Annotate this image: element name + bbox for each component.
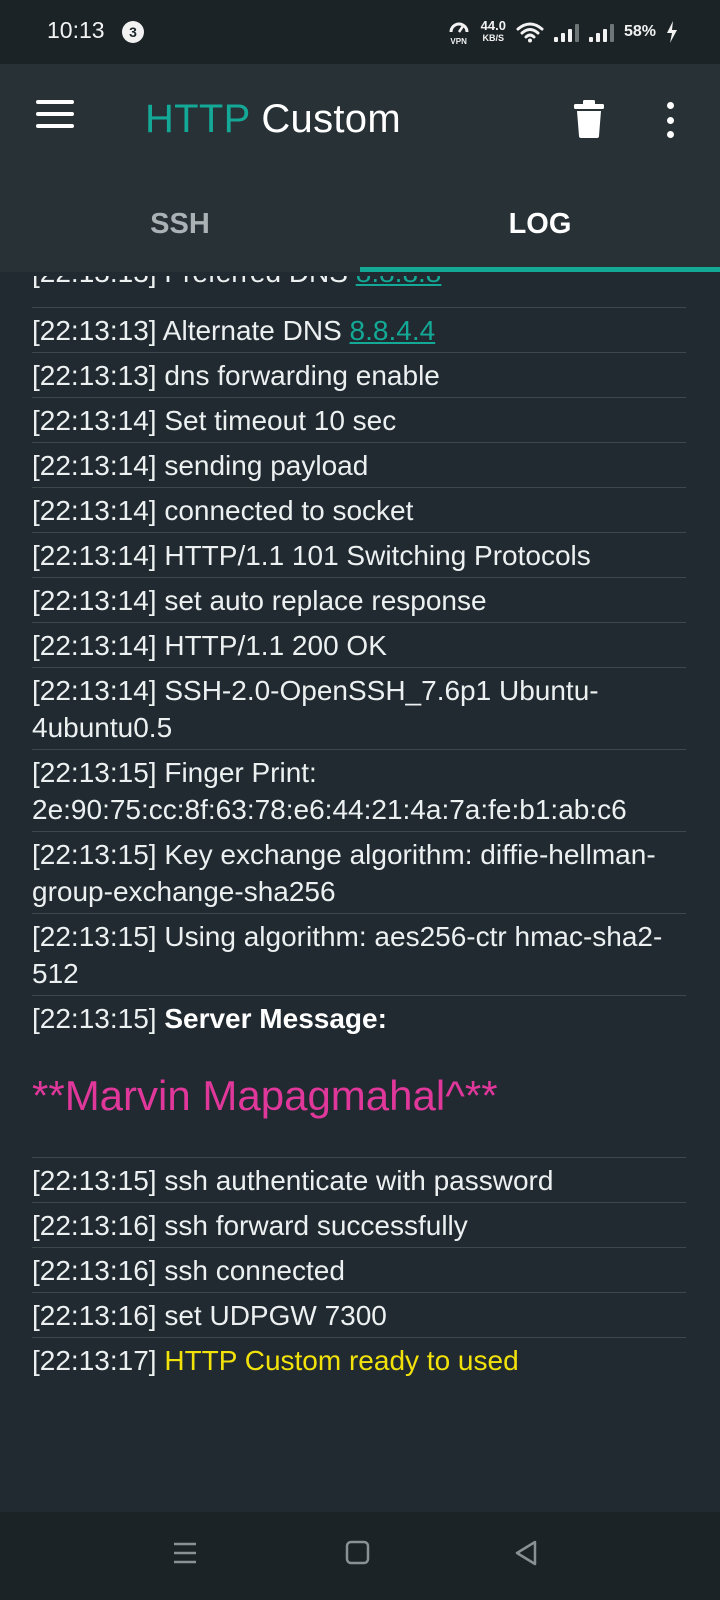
log-entry: [22:13:14] connected to socket: [32, 488, 686, 533]
log-text: HTTP/1.1 101 Switching Protocols: [164, 540, 591, 571]
ready-status-text: HTTP Custom ready to used: [164, 1345, 519, 1376]
log-timestamp: [22:13:14]: [32, 450, 157, 481]
log-text: ssh connected: [164, 1255, 345, 1286]
vpn-icon: VPN: [447, 18, 471, 46]
log-timestamp: [22:13:15]: [32, 1165, 157, 1196]
app-title: HTTP Custom: [145, 97, 401, 142]
log-entry: [22:13:15] Finger Print: 2e:90:75:cc:8f:…: [32, 750, 686, 832]
log-text: Set timeout 10 sec: [164, 405, 397, 436]
server-message-entry: [22:13:15] Server Message: **Marvin Mapa…: [32, 996, 686, 1158]
trash-icon[interactable]: [574, 100, 610, 142]
log-timestamp: [22:13:13]: [32, 360, 157, 391]
log-entry: [22:13:14] SSH-2.0-OpenSSH_7.6p1 Ubuntu-…: [32, 668, 686, 750]
status-icons: VPN 44.0 KB/S 58%: [447, 16, 678, 48]
charging-icon: [667, 21, 677, 43]
log-entry: [22:13:14] sending payload: [32, 443, 686, 488]
wifi-icon: [516, 22, 544, 43]
log-text: ssh authenticate with password: [164, 1165, 554, 1196]
speed-value: 44.0: [480, 18, 506, 33]
recent-apps-icon[interactable]: [170, 1538, 206, 1574]
log-timestamp: [22:13:14]: [32, 495, 157, 526]
log-entry: [22:13:13] dns forwarding enable: [32, 353, 686, 398]
log-entry: [22:13:15] Using algorithm: aes256-ctr h…: [32, 914, 686, 996]
log-text: Alternate DNS: [162, 315, 350, 346]
speed-unit: KB/S: [482, 33, 505, 43]
log-list: [22:13:13] Preferred DNS 8.8.8.8 [22:13:…: [32, 276, 686, 1382]
log-entry: [22:13:14] Set timeout 10 sec: [32, 398, 686, 443]
log-entry-ready: [22:13:17] HTTP Custom ready to used: [32, 1338, 686, 1382]
log-timestamp: [22:13:15]: [32, 757, 157, 788]
log-entry: [22:13:16] set UDPGW 7300: [32, 1293, 686, 1338]
log-text: set auto replace response: [164, 585, 487, 616]
log-timestamp: [22:13:17]: [32, 1345, 157, 1376]
dns-link[interactable]: 8.8.4.4: [350, 315, 436, 346]
log-text: sending payload: [164, 450, 369, 481]
battery-percent: 58%: [623, 23, 656, 40]
log-timestamp: [22:13:14]: [32, 630, 157, 661]
system-nav-bar: [0, 1512, 720, 1600]
log-timestamp: [22:13:13]: [32, 315, 157, 346]
log-panel[interactable]: [22:13:13] Preferred DNS 8.8.8.8 [22:13:…: [0, 272, 720, 1512]
status-time: 10:13: [47, 17, 105, 43]
log-timestamp: [22:13:15]: [32, 1003, 157, 1034]
log-entry: [22:13:15] Key exchange algorithm: diffi…: [32, 832, 686, 914]
tab-log[interactable]: LOG: [360, 176, 720, 272]
log-timestamp: [22:13:14]: [32, 540, 157, 571]
log-text: connected to socket: [164, 495, 414, 526]
tab-ssh[interactable]: SSH: [0, 176, 360, 272]
log-text: HTTP/1.1 200 OK: [164, 630, 387, 661]
log-timestamp: [22:13:14]: [32, 585, 157, 616]
vpn-label: VPN: [450, 37, 467, 46]
menu-icon[interactable]: [36, 100, 76, 132]
log-entry: [22:13:13] Alternate DNS 8.8.4.4: [32, 308, 686, 353]
network-speed: 44.0 KB/S: [480, 18, 506, 44]
log-entry: [22:13:14] HTTP/1.1 101 Switching Protoc…: [32, 533, 686, 578]
log-timestamp: [22:13:15]: [32, 839, 157, 870]
back-icon[interactable]: [512, 1538, 548, 1574]
log-timestamp: [22:13:13]: [32, 276, 157, 288]
log-timestamp: [22:13:16]: [32, 1300, 157, 1331]
log-text: ssh forward successfully: [164, 1210, 468, 1241]
log-timestamp: [22:13:15]: [32, 921, 157, 952]
log-timestamp: [22:13:16]: [32, 1255, 157, 1286]
signal-sim2-icon: [588, 22, 614, 42]
status-bar: 10:13 3 VPN 44.0 KB/S 58%: [0, 0, 720, 64]
app-title-http: HTTP: [145, 97, 250, 141]
log-entry: [22:13:14] HTTP/1.1 200 OK: [32, 623, 686, 668]
log-timestamp: [22:13:16]: [32, 1210, 157, 1241]
log-text: dns forwarding enable: [164, 360, 440, 391]
tab-bar: SSH LOG: [0, 176, 720, 272]
more-vert-icon[interactable]: [660, 100, 680, 140]
signal-sim1-icon: [553, 22, 579, 42]
notification-count-badge: 3: [122, 21, 144, 43]
log-timestamp: [22:13:14]: [32, 675, 157, 706]
server-message-text: **Marvin Mapagmahal^**: [32, 1072, 498, 1119]
log-text: Preferred DNS: [164, 276, 348, 288]
server-message-label: Server Message:: [164, 1003, 387, 1034]
log-entry: [22:13:16] ssh connected: [32, 1248, 686, 1293]
log-entry: [22:13:14] set auto replace response: [32, 578, 686, 623]
dns-link[interactable]: 8.8.8.8: [356, 276, 442, 288]
log-text: set UDPGW 7300: [164, 1300, 387, 1331]
home-icon[interactable]: [343, 1538, 379, 1574]
log-entry-partial: [22:13:13] Preferred DNS 8.8.8.8: [32, 276, 686, 308]
app-bar: HTTP Custom: [0, 64, 720, 176]
log-entry: [22:13:15] ssh authenticate with passwor…: [32, 1158, 686, 1203]
log-entry: [22:13:16] ssh forward successfully: [32, 1203, 686, 1248]
log-timestamp: [22:13:14]: [32, 405, 157, 436]
app-title-custom: Custom: [261, 97, 401, 141]
